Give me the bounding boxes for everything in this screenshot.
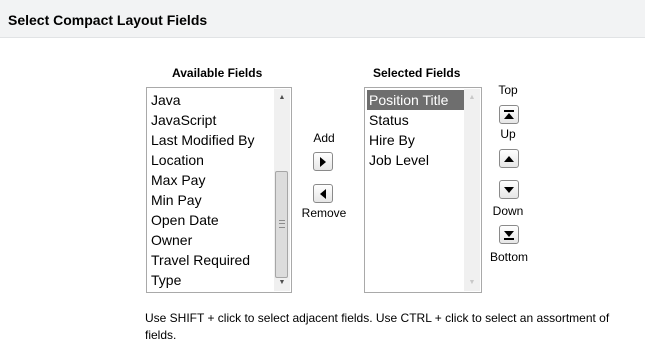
move-bottom-icon	[504, 230, 514, 240]
add-button[interactable]	[313, 152, 333, 171]
bottom-label: Bottom	[489, 250, 528, 264]
move-bottom-button[interactable]	[499, 225, 519, 244]
scroll-up-arrow-icon[interactable]: ▲	[274, 89, 290, 106]
available-fields-list[interactable]: Java JavaScript Last Modified By Locatio…	[146, 87, 292, 293]
scroll-grip-icon	[279, 220, 285, 228]
arrow-right-icon	[320, 156, 326, 167]
selected-scrollbar[interactable]: ▲ ▼	[464, 89, 480, 291]
arrow-down-icon	[504, 186, 514, 193]
move-top-icon	[504, 109, 514, 119]
list-item[interactable]: JavaScript	[149, 110, 274, 130]
list-item[interactable]: Last Modified By	[149, 130, 274, 150]
list-item-selected[interactable]: Position Title	[367, 90, 464, 110]
list-item[interactable]: Hire By	[367, 130, 464, 150]
scroll-up-arrow-icon[interactable]: ▲	[464, 89, 480, 106]
up-label: Up	[500, 127, 516, 141]
compact-layout-panel: Select Compact Layout Fields Available F…	[0, 0, 645, 356]
list-item[interactable]: Travel Required	[149, 250, 274, 270]
list-item[interactable]: Status	[367, 110, 464, 130]
move-top-button[interactable]	[499, 105, 519, 124]
scroll-thumb[interactable]	[275, 171, 288, 278]
down-label: Down	[492, 204, 524, 218]
list-item[interactable]: Owner	[149, 230, 274, 250]
move-down-button[interactable]	[499, 180, 519, 199]
arrow-up-icon	[504, 155, 514, 162]
scroll-down-arrow-icon[interactable]: ▼	[464, 274, 480, 291]
available-fields-label: Available Fields	[172, 66, 263, 80]
selected-fields-items: Position Title Status Hire By Job Level	[367, 90, 464, 290]
list-item[interactable]: Open Date	[149, 210, 274, 230]
list-item[interactable]: Min Pay	[149, 190, 274, 210]
move-up-button[interactable]	[499, 149, 519, 168]
add-label: Add	[313, 131, 335, 145]
list-item[interactable]: Java	[149, 90, 274, 110]
remove-button[interactable]	[313, 184, 333, 203]
list-item[interactable]: Max Pay	[149, 170, 274, 190]
available-scrollbar[interactable]: ▲ ▼	[274, 89, 290, 291]
available-fields-items: Java JavaScript Last Modified By Locatio…	[149, 90, 274, 290]
scroll-down-arrow-icon[interactable]: ▼	[274, 274, 290, 291]
help-text: Use SHIFT + click to select adjacent fie…	[145, 311, 610, 342]
panel-title: Select Compact Layout Fields	[8, 12, 208, 28]
selected-fields-list[interactable]: Position Title Status Hire By Job Level …	[364, 87, 482, 293]
list-item[interactable]: Type	[149, 270, 274, 290]
list-item[interactable]: Job Level	[367, 150, 464, 170]
remove-label: Remove	[301, 206, 347, 220]
list-item[interactable]: Location	[149, 150, 274, 170]
panel-header: Select Compact Layout Fields	[0, 0, 645, 38]
top-label: Top	[498, 83, 518, 97]
selected-fields-label: Selected Fields	[373, 66, 461, 80]
arrow-left-icon	[320, 188, 326, 199]
